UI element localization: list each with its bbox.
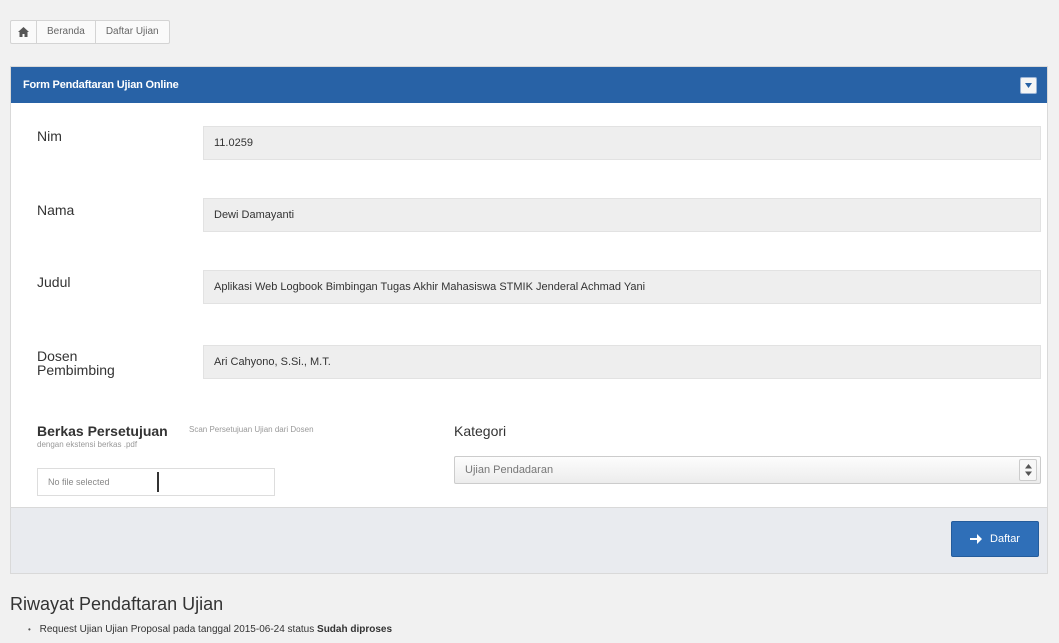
breadcrumb-beranda[interactable]: Beranda <box>37 21 96 43</box>
list-item: Request Ujian Ujian Proposal pada tangga… <box>28 624 392 635</box>
daftar-button[interactable]: Daftar <box>951 521 1039 557</box>
file-input[interactable]: No file selected <box>37 468 275 496</box>
dosen-field[interactable]: Ari Cahyono, S.Si., M.T. <box>203 345 1041 379</box>
panel-header: Form Pendaftaran Ujian Online <box>11 67 1047 103</box>
arrow-right-icon <box>970 534 983 544</box>
nim-field[interactable]: 11.0259 <box>203 126 1041 160</box>
breadcrumb: Beranda Daftar Ujian <box>10 20 170 44</box>
berkas-hint-line1: Scan Persetujuan Ujian dari Dosen <box>189 425 314 434</box>
home-icon[interactable] <box>11 21 37 43</box>
kategori-selected-value: Ujian Pendadaran <box>465 464 554 476</box>
judul-label: Judul <box>37 274 71 290</box>
registration-form-panel: Form Pendaftaran Ujian Online Nim 11.025… <box>10 66 1048 574</box>
file-input-text: No file selected <box>38 472 159 492</box>
kategori-select[interactable]: Ujian Pendadaran <box>454 456 1041 484</box>
daftar-button-label: Daftar <box>990 533 1020 545</box>
dosen-label: Dosen Pembimbing <box>37 349 115 377</box>
history-exam: Ujian Proposal <box>105 624 171 635</box>
history-status: Sudah diproses <box>317 624 393 635</box>
select-arrows-icon[interactable] <box>1019 459 1037 481</box>
kategori-label: Kategori <box>454 423 507 439</box>
caret-down-icon[interactable] <box>1020 76 1037 94</box>
history-mid: pada tanggal 2015-06-24 status <box>173 624 315 635</box>
history-list: Request Ujian Ujian Proposal pada tangga… <box>28 624 392 635</box>
berkas-hint-line2: dengan ekstensi berkas .pdf <box>37 440 138 449</box>
berkas-hint: Scan Persetujuan Ujian dari Dosen dengan… <box>37 424 417 450</box>
history-title: Riwayat Pendaftaran Ujian <box>10 594 224 614</box>
panel-footer: Daftar <box>11 507 1047 573</box>
breadcrumb-daftar-ujian[interactable]: Daftar Ujian <box>96 21 169 43</box>
panel-title: Form Pendaftaran Ujian Online <box>23 79 179 91</box>
nama-field[interactable]: Dewi Damayanti <box>203 198 1041 232</box>
history-prefix: Request Ujian <box>39 624 103 635</box>
judul-field[interactable]: Aplikasi Web Logbook Bimbingan Tugas Akh… <box>203 270 1041 304</box>
nama-label: Nama <box>37 202 75 218</box>
nim-label: Nim <box>37 128 62 144</box>
dosen-label-line1: Dosen <box>37 348 78 364</box>
dosen-label-line2: Pembimbing <box>37 362 115 378</box>
